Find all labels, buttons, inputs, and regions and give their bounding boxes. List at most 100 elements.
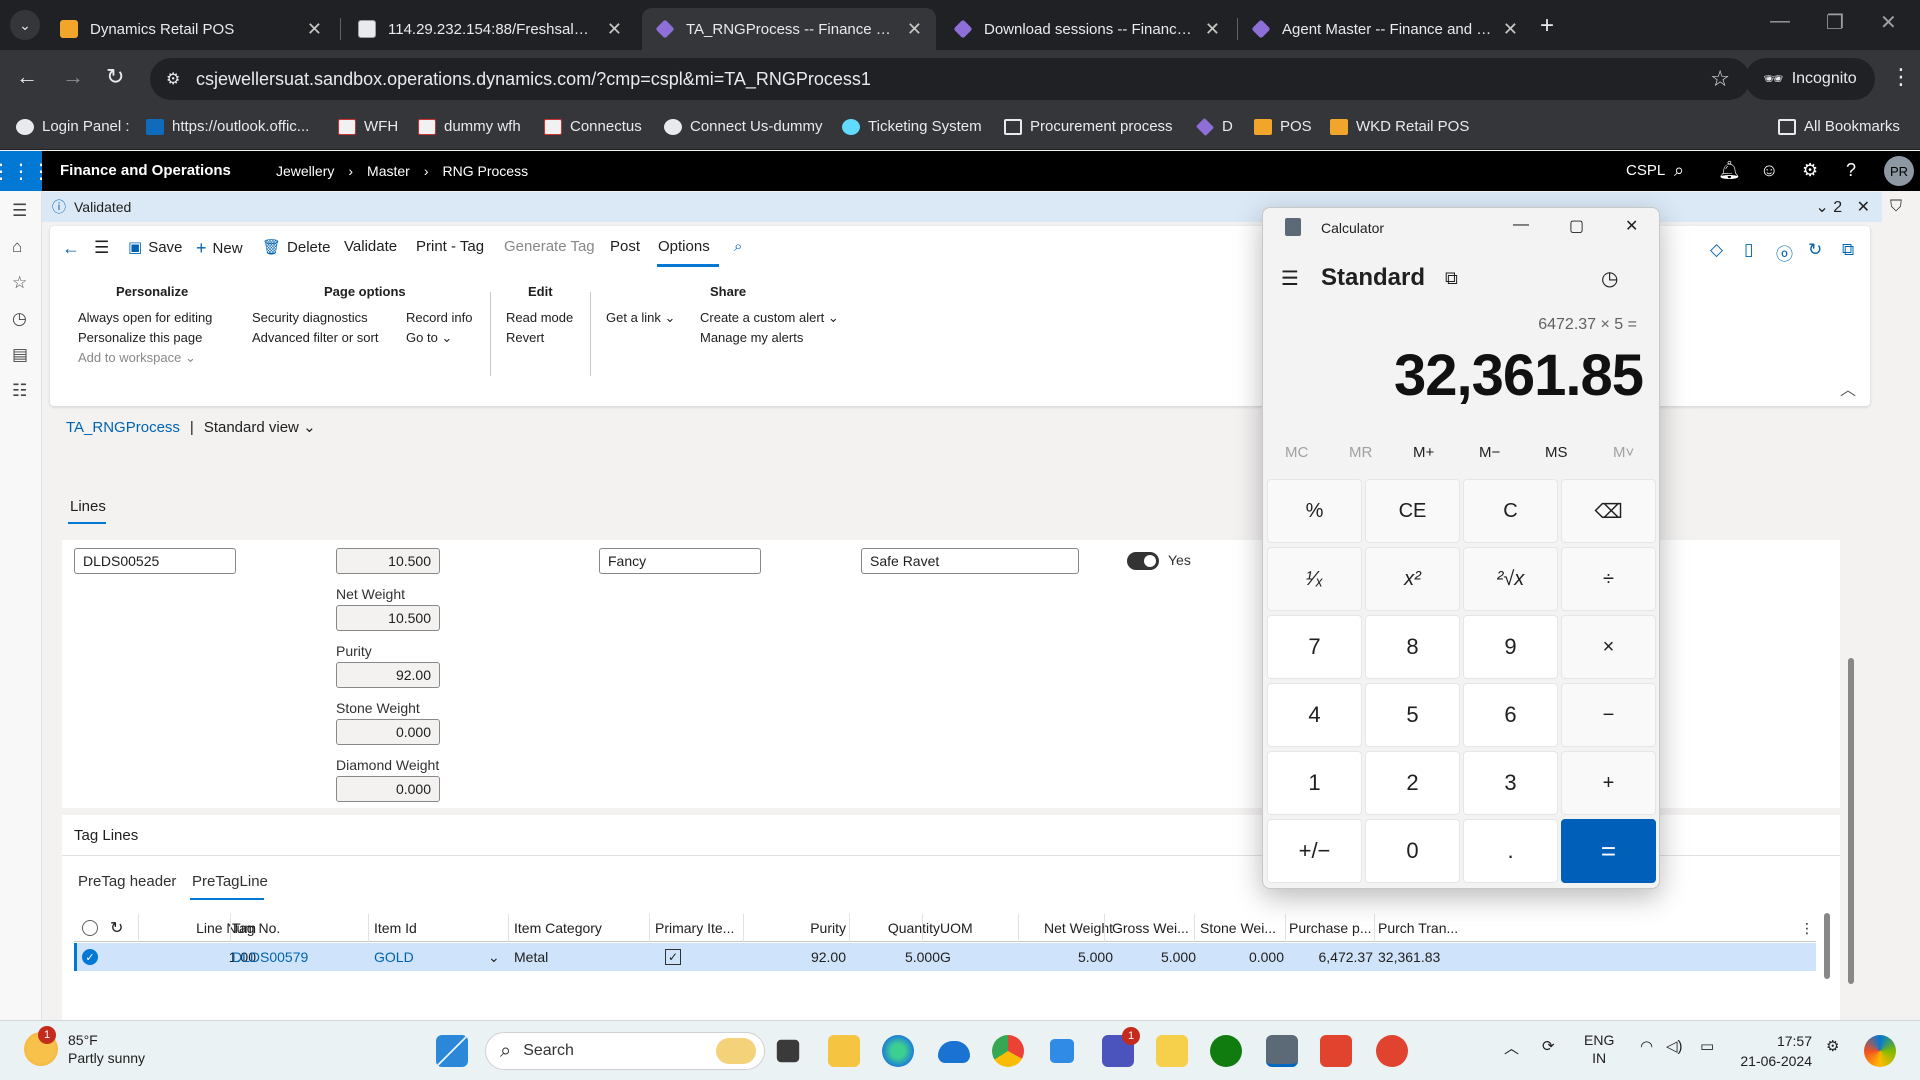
digit-3-button[interactable]: 3 <box>1463 751 1558 815</box>
office-connect-icon[interactable]: ◇ <box>1710 240 1723 260</box>
recent-clock-icon[interactable]: ◷ <box>12 309 27 329</box>
tab-agent-master[interactable]: Agent Master -- Finance and Operations ✕ <box>1238 8 1532 50</box>
close-icon[interactable]: ✕ <box>1625 216 1638 236</box>
memory-list-button[interactable]: M˅ <box>1613 444 1634 461</box>
digit-1-button[interactable]: 1 <box>1267 751 1362 815</box>
negate-button[interactable]: +/− <box>1267 819 1362 883</box>
hamburger-menu-icon[interactable]: ☰ <box>12 201 27 221</box>
go-to[interactable]: Go to ⌄ <box>406 330 452 346</box>
collapse-chevron-up-icon[interactable]: ︿ <box>1840 376 1856 400</box>
post-button[interactable]: Post <box>610 238 640 255</box>
col-quantity[interactable]: Quantity <box>852 920 940 936</box>
clock[interactable]: 17:57 21-06-2024 <box>1736 1031 1812 1071</box>
save-button[interactable]: ▣ Save <box>128 238 182 257</box>
bookmark-connectus[interactable]: Connectus <box>544 118 642 135</box>
square-root-button[interactable]: ²√x <box>1463 547 1558 611</box>
multiply-button[interactable]: × <box>1561 615 1656 679</box>
col-tag-no[interactable]: Tag No. <box>232 920 342 936</box>
bookmark-dummy-wfh[interactable]: dummy wfh <box>418 118 521 135</box>
tab-lines[interactable]: Lines <box>70 498 106 515</box>
tab-pretagline[interactable]: PreTagLine <box>192 873 268 890</box>
col-item-category[interactable]: Item Category <box>514 920 644 936</box>
table-row[interactable]: ✓ 1.00 DLDS00579 GOLD ⌄ Metal ✓ 92.00 5.… <box>74 943 1816 971</box>
tab-download-sessions[interactable]: Download sessions -- Finance and Operati… <box>940 8 1234 50</box>
advanced-filter-or-sort[interactable]: Advanced filter or sort <box>252 330 378 345</box>
maximize-icon[interactable]: ▢ <box>1569 216 1584 236</box>
copilot-icon[interactable] <box>1864 1035 1896 1067</box>
record-info[interactable]: Record info <box>406 310 472 325</box>
company-picker[interactable]: CSPL <box>1626 162 1665 179</box>
cell-item-id[interactable]: GOLD <box>374 949 484 965</box>
clear-entry-button[interactable]: CE <box>1365 479 1460 543</box>
security-diagnostics[interactable]: Security diagnostics <box>252 310 368 325</box>
new-button[interactable]: + New <box>196 238 243 259</box>
cell-uom[interactable]: G <box>940 949 1000 965</box>
cell-net-weight[interactable]: 5.000 <box>1021 949 1113 965</box>
breadcrumb-jewellery[interactable]: Jewellery <box>276 163 334 179</box>
refresh-icon[interactable]: ↻ <box>1808 240 1822 260</box>
taskbar-search[interactable]: ⌕ Search <box>485 1032 765 1070</box>
tag-lines-header[interactable]: Tag Lines <box>74 827 138 844</box>
memory-recall-button[interactable]: MR <box>1349 444 1372 461</box>
wifi-icon[interactable]: ◠ <box>1640 1037 1653 1055</box>
bookmark-d[interactable]: D <box>1195 117 1233 136</box>
reload-icon[interactable]: ↻ <box>106 64 124 90</box>
app-name[interactable]: Finance and Operations <box>60 162 231 179</box>
always-open-for-editing[interactable]: Always open for editing <box>78 310 212 325</box>
search-icon[interactable]: ⌕ <box>734 238 742 255</box>
app-launcher-icon[interactable]: ⋮⋮⋮ <box>0 151 51 191</box>
open-new-window-icon[interactable]: ⧉ <box>1842 240 1854 260</box>
add-button[interactable]: + <box>1561 751 1656 815</box>
refresh-icon[interactable]: ↻ <box>110 918 123 938</box>
manage-my-alerts[interactable]: Manage my alerts <box>700 330 803 345</box>
add-to-workspace[interactable]: Add to workspace ⌄ <box>78 350 196 366</box>
revert[interactable]: Revert <box>506 330 544 345</box>
tag-no-field[interactable]: DLDS00525 <box>74 548 236 574</box>
col-stone-weight[interactable]: Stone Wei... <box>1200 920 1284 936</box>
col-gross-weight[interactable]: Gross Wei... <box>1112 920 1196 936</box>
col-uom[interactable]: UOM <box>940 920 1000 936</box>
digit-0-button[interactable]: 0 <box>1365 819 1460 883</box>
app-arrow-icon[interactable] <box>1050 1039 1074 1063</box>
digit-7-button[interactable]: 7 <box>1267 615 1362 679</box>
validate-button[interactable]: Validate <box>344 238 397 255</box>
gross-weight-field[interactable]: 10.500 <box>336 548 440 574</box>
bookmark-star-icon[interactable]: ☆ <box>1710 66 1730 92</box>
favorites-star-icon[interactable]: ☆ <box>12 273 27 293</box>
notification-bell-icon[interactable]: ⚙ <box>1826 1037 1839 1055</box>
purity-field[interactable]: 92.00 <box>336 662 440 688</box>
workspaces-icon[interactable]: ▤ <box>12 345 28 365</box>
stone-field[interactable]: Safe Ravet <box>861 548 1079 574</box>
language-indicator[interactable]: ENG IN <box>1584 1031 1614 1067</box>
cell-gross-weight[interactable]: 5.000 <box>1112 949 1196 965</box>
tab-options[interactable]: Options <box>658 238 710 255</box>
divide-button[interactable]: ÷ <box>1561 547 1656 611</box>
grid-scrollbar[interactable] <box>1824 913 1830 979</box>
square-button[interactable]: x² <box>1365 547 1460 611</box>
generate-tag-button[interactable]: Generate Tag <box>504 238 595 255</box>
cell-item-category[interactable]: Metal <box>514 949 644 965</box>
digit-9-button[interactable]: 9 <box>1463 615 1558 679</box>
onedrive-icon[interactable] <box>938 1041 970 1063</box>
close-icon[interactable]: ✕ <box>1205 19 1220 40</box>
close-icon[interactable]: ✕ <box>1503 19 1518 40</box>
tab-search-button[interactable]: ⌄ <box>10 10 40 40</box>
cell-stone-weight[interactable]: 0.000 <box>1200 949 1284 965</box>
modules-list-icon[interactable]: ☷ <box>12 381 27 401</box>
equals-button[interactable]: = <box>1561 819 1656 883</box>
sticky-notes-icon[interactable] <box>1156 1035 1188 1067</box>
notifications-badge-icon[interactable]: ⓞ <box>1776 240 1793 265</box>
delete-button[interactable]: 🗑︎ Delete <box>262 238 330 257</box>
stone-weight-field[interactable]: 0.000 <box>336 719 440 745</box>
wps-office-icon[interactable] <box>1320 1035 1352 1067</box>
minimize-icon[interactable]: — <box>1770 10 1790 33</box>
chrome-icon[interactable] <box>992 1035 1024 1067</box>
subtract-button[interactable]: − <box>1561 683 1656 747</box>
breadcrumb-rng-process[interactable]: RNG Process <box>443 163 529 179</box>
tab-pretag-header[interactable]: PreTag header <box>78 873 176 890</box>
cell-purity[interactable]: 92.00 <box>746 949 846 965</box>
help-icon[interactable]: ? <box>1846 160 1856 181</box>
col-primary-item[interactable]: Primary Ite... <box>655 920 739 936</box>
keep-on-top-icon[interactable]: ⧉ <box>1445 268 1458 289</box>
incognito-indicator[interactable]: 🕶 Incognito <box>1745 58 1875 100</box>
